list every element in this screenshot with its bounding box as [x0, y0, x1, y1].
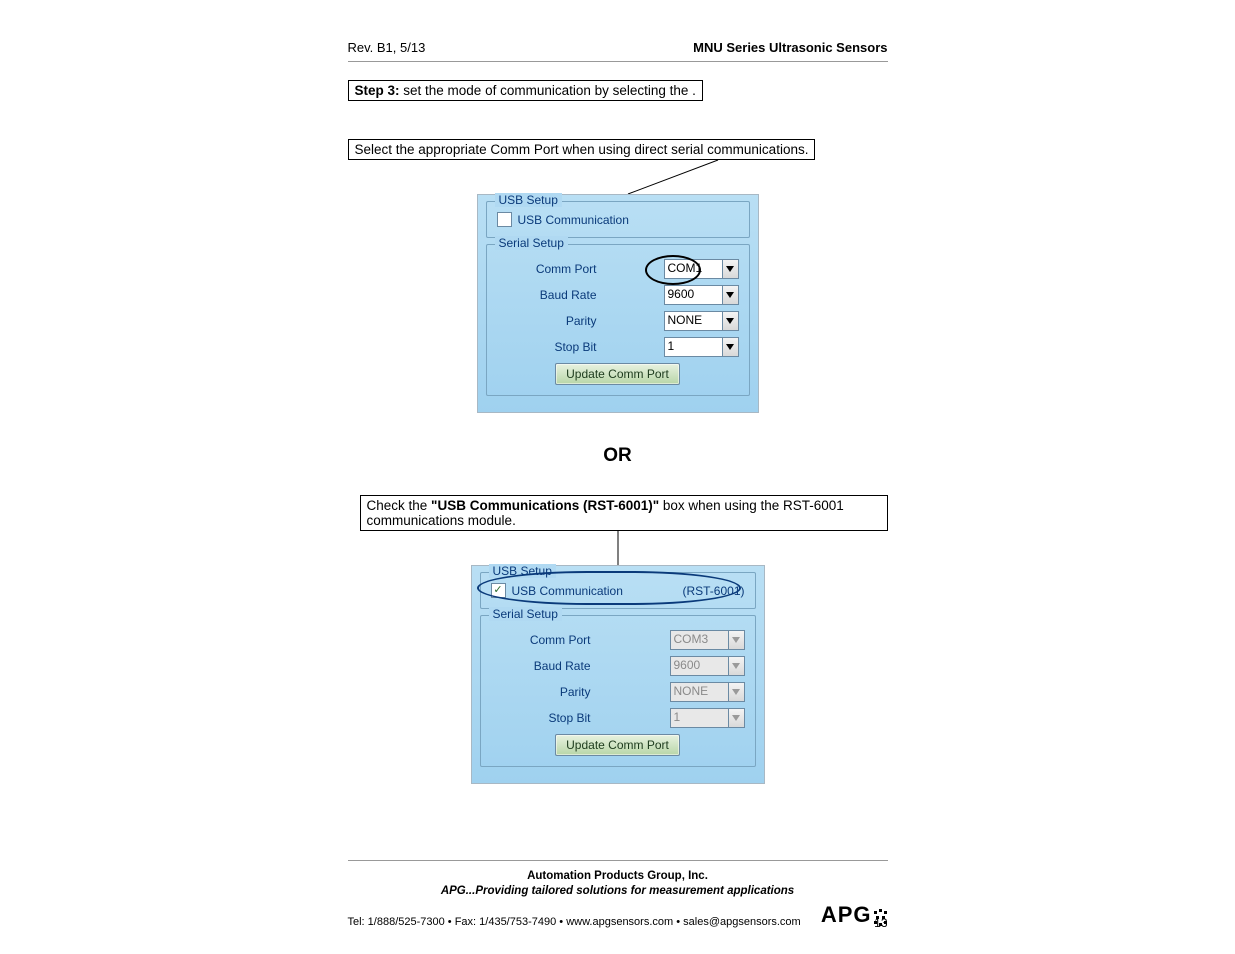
parity-label: Parity — [491, 685, 601, 699]
footer-center: Automation Products Group, Inc. APG...Pr… — [348, 869, 888, 900]
rst-model-text: (RST-6001) — [682, 584, 744, 598]
callout-note-2-bold: "USB Communications (RST-6001)" — [431, 498, 659, 513]
comm-port-value: COM3 — [670, 630, 728, 650]
baud-rate-dropdown: 9600 — [670, 656, 745, 676]
serial-setup-title: Serial Setup — [495, 236, 568, 250]
step-label: Step 3: — [355, 83, 400, 98]
comm-settings-panel-serial: USB Setup USB Communication Serial Setup… — [477, 194, 759, 413]
baud-rate-label: Baud Rate — [491, 659, 601, 673]
dropdown-arrow-icon — [722, 259, 739, 279]
usb-comm-label: USB Communication — [518, 213, 629, 227]
parity-label: Parity — [497, 314, 607, 328]
comm-port-label: Comm Port — [491, 633, 601, 647]
page-footer: Automation Products Group, Inc. APG...Pr… — [348, 860, 888, 928]
comm-port-row: Comm Port COM1 — [497, 259, 739, 279]
callout-note-1-text: Select the appropriate Comm Port when us… — [355, 142, 809, 157]
stop-bit-dropdown: 1 — [670, 708, 745, 728]
callout-arrow-2 — [468, 531, 768, 565]
usb-setup-group: USB Setup USB Communication — [486, 201, 750, 238]
usb-setup-title: USB Setup — [489, 564, 556, 578]
dropdown-arrow-icon — [728, 630, 745, 650]
dropdown-arrow-icon — [722, 337, 739, 357]
doc-title: MNU Series Ultrasonic Sensors — [693, 40, 887, 55]
stop-bit-dropdown[interactable]: 1 — [664, 337, 739, 357]
usb-comm-row: ✓ USB Communication (RST-6001) — [491, 583, 745, 598]
update-comm-port-button[interactable]: Update Comm Port — [555, 734, 680, 756]
footer-contact: Tel: 1/888/525-7300 • Fax: 1/435/753-749… — [348, 916, 801, 928]
callout-note-2: Check the "USB Communications (RST-6001)… — [360, 495, 888, 531]
comm-settings-panel-usb: USB Setup ✓ USB Communication (RST-6001)… — [471, 565, 765, 784]
comm-port-dropdown: COM3 — [670, 630, 745, 650]
stop-bit-label: Stop Bit — [491, 711, 601, 725]
serial-setup-group: Serial Setup Comm Port COM1 Baud Rate 96… — [486, 244, 750, 396]
page-header: Rev. B1, 5/13 MNU Series Ultrasonic Sens… — [348, 40, 888, 62]
comm-port-dropdown[interactable]: COM1 — [664, 259, 739, 279]
dropdown-arrow-icon — [728, 682, 745, 702]
page-number: 13 — [874, 916, 887, 930]
serial-setup-group: Serial Setup Comm Port COM3 Baud Rate 96… — [480, 615, 756, 767]
dropdown-arrow-icon — [728, 656, 745, 676]
step-instruction-box: Step 3: set the mode of communication by… — [348, 80, 703, 101]
dropdown-arrow-icon — [722, 285, 739, 305]
usb-comm-row: USB Communication — [497, 212, 739, 227]
callout-arrow-1 — [468, 160, 768, 194]
baud-rate-row: Baud Rate 9600 — [497, 285, 739, 305]
usb-comm-checkbox[interactable]: ✓ — [491, 583, 506, 598]
stop-bit-value: 1 — [670, 708, 728, 728]
parity-row: Parity NONE — [497, 311, 739, 331]
baud-rate-value: 9600 — [670, 656, 728, 676]
comm-port-value: COM1 — [664, 259, 722, 279]
dropdown-arrow-icon — [728, 708, 745, 728]
or-separator: OR — [348, 445, 888, 467]
update-comm-port-button[interactable]: Update Comm Port — [555, 363, 680, 385]
parity-row: Parity NONE — [491, 682, 745, 702]
callout-note-1: Select the appropriate Comm Port when us… — [348, 139, 816, 160]
footer-tagline: APG...Providing tailored solutions for m… — [348, 884, 888, 900]
parity-value: NONE — [664, 311, 722, 331]
baud-rate-value: 9600 — [664, 285, 722, 305]
footer-bottom-row: Tel: 1/888/525-7300 • Fax: 1/435/753-749… — [348, 902, 888, 928]
stop-bit-row: Stop Bit 1 — [491, 708, 745, 728]
comm-port-label: Comm Port — [497, 262, 607, 276]
content-column: Rev. B1, 5/13 MNU Series Ultrasonic Sens… — [348, 40, 888, 784]
document-page: Rev. B1, 5/13 MNU Series Ultrasonic Sens… — [0, 0, 1235, 954]
parity-dropdown: NONE — [670, 682, 745, 702]
stop-bit-row: Stop Bit 1 — [497, 337, 739, 357]
footer-company: Automation Products Group, Inc. — [348, 869, 888, 885]
baud-rate-row: Baud Rate 9600 — [491, 656, 745, 676]
comm-port-row: Comm Port COM3 — [491, 630, 745, 650]
stop-bit-label: Stop Bit — [497, 340, 607, 354]
baud-rate-dropdown[interactable]: 9600 — [664, 285, 739, 305]
serial-setup-title: Serial Setup — [489, 607, 562, 621]
baud-rate-label: Baud Rate — [497, 288, 607, 302]
apg-logo-text: APG — [821, 902, 872, 928]
stop-bit-value: 1 — [664, 337, 722, 357]
step-text: set the mode of communication by selecti… — [400, 83, 696, 98]
usb-setup-title: USB Setup — [495, 193, 562, 207]
parity-value: NONE — [670, 682, 728, 702]
usb-comm-checkbox[interactable] — [497, 212, 512, 227]
parity-dropdown[interactable]: NONE — [664, 311, 739, 331]
dropdown-arrow-icon — [722, 311, 739, 331]
usb-setup-group: USB Setup ✓ USB Communication (RST-6001) — [480, 572, 756, 609]
callout-note-2-pre: Check the — [367, 498, 432, 513]
usb-comm-label: USB Communication — [512, 584, 623, 598]
revision-text: Rev. B1, 5/13 — [348, 40, 426, 55]
